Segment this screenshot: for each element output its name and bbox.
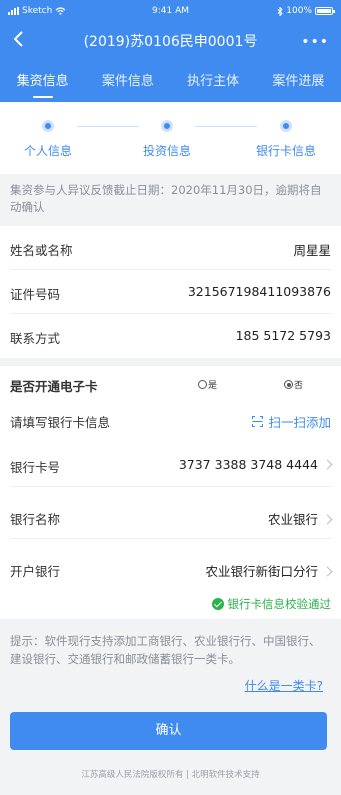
- status-bar: Sketch 9:41 AM 100%: [0, 0, 341, 22]
- ecard-yes-label: 是: [208, 381, 218, 391]
- back-icon[interactable]: [10, 28, 28, 50]
- ecard-no-option[interactable]: 否: [284, 378, 303, 391]
- radio-yes[interactable]: [198, 380, 207, 389]
- chevron-right-icon: [322, 514, 333, 525]
- nav-bar: (2019)苏0106民申0001号 •••: [0, 22, 341, 60]
- tab-case-progress[interactable]: 案件进展: [256, 68, 341, 102]
- contact-value: 185 5172 5793: [235, 328, 331, 343]
- check-circle-icon: [211, 598, 224, 610]
- branch-value: 农业银行新街口分行: [205, 561, 333, 580]
- confirm-button[interactable]: 确认: [10, 712, 327, 750]
- bank-name-label: 银行名称: [10, 512, 61, 527]
- personal-info-card: 姓名或名称 周星星 证件号码 321567198411093876 联系方式 1…: [0, 226, 341, 358]
- step-dot: [161, 120, 173, 132]
- name-row: 姓名或名称 周星星: [10, 226, 331, 270]
- id-value: 321567198411093876: [187, 284, 331, 299]
- radio-no[interactable]: [284, 380, 293, 389]
- app-header: Sketch 9:41 AM 100% (2019)苏0106民申0001号 •…: [0, 0, 341, 102]
- fill-bank-label: 请填写银行卡信息: [10, 415, 111, 430]
- id-label: 证件号码: [10, 287, 61, 302]
- step-label: 个人信息: [23, 144, 72, 158]
- step-investment-info: 投资信息: [112, 120, 222, 159]
- tab-execution-subject[interactable]: 执行主体: [171, 68, 256, 102]
- what-is-class-one-card-link[interactable]: 什么是一类卡?: [245, 677, 323, 694]
- name-value: 周星星: [293, 243, 331, 258]
- step-label: 投资信息: [142, 144, 191, 158]
- verify-status: 银行卡信息校验通过: [211, 596, 332, 612]
- name-label: 姓名或名称: [10, 243, 73, 258]
- tab-case-info[interactable]: 案件信息: [85, 68, 170, 102]
- scan-add-label: 扫一扫添加: [268, 415, 331, 430]
- step-indicator: 个人信息 投资信息 银行卡信息: [0, 102, 341, 174]
- verify-text: 银行卡信息校验通过: [227, 597, 332, 611]
- step-label: 银行卡信息: [255, 144, 316, 158]
- step-dot: [280, 120, 292, 132]
- chevron-right-icon: [322, 566, 333, 577]
- tip-text: 提示：软件现行支持添加工商银行、农业银行行、中国银行、建设银行、交通银行和邮政储…: [10, 634, 321, 666]
- chevron-right-icon: [322, 459, 333, 470]
- battery-icon: [315, 7, 335, 15]
- branch-label: 开户银行: [10, 564, 61, 579]
- scan-add-link[interactable]: 扫一扫添加: [252, 412, 331, 431]
- tab-bar: 集资信息 案件信息 执行主体 案件进展: [0, 68, 341, 102]
- page-title: (2019)苏0106民申0001号: [83, 34, 258, 50]
- ecard-label: 是否开通电子卡: [10, 379, 98, 394]
- ecard-no-label: 否: [294, 381, 304, 391]
- scan-icon: [252, 416, 264, 427]
- bank-name-value: 农业银行: [268, 509, 333, 528]
- fill-bank-row: 请填写银行卡信息 扫一扫添加: [10, 402, 331, 438]
- card-number-value: 3737 3388 3748 4444: [179, 457, 333, 472]
- ecard-yes-option[interactable]: 是: [198, 378, 217, 391]
- battery-percent: 100%: [286, 6, 312, 16]
- id-row: 证件号码 321567198411093876: [10, 270, 331, 314]
- step-bank-card-info: 银行卡信息: [231, 120, 341, 159]
- ecard-row: 是否开通电子卡 是 否: [10, 366, 331, 402]
- deadline-notice: 集资参与人异议反馈截止日期：2020年11月30日，逾期将自动确认: [10, 183, 322, 214]
- bluetooth-icon: [277, 6, 283, 16]
- more-icon[interactable]: •••: [301, 34, 329, 50]
- card-number-row[interactable]: 银行卡号 3737 3388 3748 4444: [10, 443, 333, 487]
- step-dot: [42, 120, 54, 132]
- bank-name-row[interactable]: 银行名称 农业银行: [10, 495, 333, 539]
- contact-row: 联系方式 185 5172 5793: [10, 314, 331, 358]
- step-personal-info: 个人信息: [0, 120, 103, 159]
- footer-copyright: 江苏高级人民法院版权所有 | 北明软件技术支持: [81, 770, 260, 780]
- branch-row[interactable]: 开户银行 农业银行新街口分行: [10, 547, 333, 591]
- contact-label: 联系方式: [10, 331, 61, 346]
- card-number-label: 银行卡号: [10, 460, 61, 475]
- bank-card-section: 是否开通电子卡 是 否 请填写银行卡信息 扫一扫添加 银行卡号 3737 338…: [0, 366, 341, 619]
- tab-fund-info[interactable]: 集资信息: [0, 68, 85, 102]
